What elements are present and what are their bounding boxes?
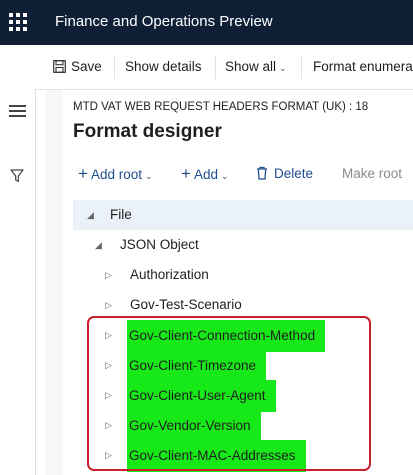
delete-label: Delete	[274, 166, 314, 181]
save-button[interactable]: Save	[53, 45, 102, 89]
tree-node-authorization[interactable]: ▷ Authorization	[73, 260, 413, 290]
filter-icon[interactable]	[10, 169, 24, 183]
show-details-button[interactable]: Show details	[125, 45, 202, 89]
format-enumerations-button[interactable]: Format enumera	[313, 45, 413, 89]
save-icon	[53, 60, 66, 73]
separator	[215, 55, 216, 79]
chevron-down-icon: ⌄	[279, 63, 287, 73]
add-root-label: Add root	[90, 167, 142, 182]
tree-node-label: JSON Object	[120, 237, 199, 252]
delete-icon	[257, 166, 267, 180]
tree-node-json-object[interactable]: ◢ JSON Object	[73, 230, 413, 260]
add-root-button[interactable]: + Add root ⌄	[78, 161, 153, 187]
add-button[interactable]: + Add ⌄	[181, 161, 229, 187]
hamburger-icon[interactable]	[9, 105, 26, 117]
plus-icon: +	[181, 164, 191, 183]
app-title: Finance and Operations Preview	[55, 13, 273, 30]
collapse-icon[interactable]: ◢	[95, 230, 102, 260]
page-caption: MTD VAT WEB REQUEST HEADERS FORMAT (UK) …	[73, 101, 369, 113]
tree-node-label: File	[110, 207, 132, 222]
chevron-down-icon: ⌄	[144, 171, 153, 181]
delete-button[interactable]: Delete	[256, 161, 313, 187]
plus-icon: +	[78, 164, 88, 183]
add-label: Add	[193, 167, 218, 182]
app-header: Finance and Operations Preview	[0, 0, 413, 45]
show-all-button[interactable]: Show all ⌄	[225, 45, 287, 89]
make-root-button[interactable]: Make root	[342, 161, 402, 187]
highlight-callout-box	[87, 316, 371, 471]
separator	[114, 55, 115, 79]
chevron-down-icon: ⌄	[220, 171, 229, 181]
tree-node-file[interactable]: ◢ File	[73, 200, 413, 230]
expand-icon[interactable]: ▷	[105, 260, 112, 290]
action-pane: Save Show details Show all ⌄ Format enume…	[35, 45, 413, 90]
waffle-icon[interactable]	[9, 13, 27, 31]
separator	[301, 55, 302, 79]
save-label: Save	[71, 59, 102, 74]
collapse-icon[interactable]: ◢	[87, 200, 94, 230]
show-all-label: Show all	[225, 59, 277, 74]
tree-node-label: Authorization	[130, 267, 209, 282]
left-navigation	[0, 45, 36, 475]
page-title: Format designer	[73, 121, 222, 142]
